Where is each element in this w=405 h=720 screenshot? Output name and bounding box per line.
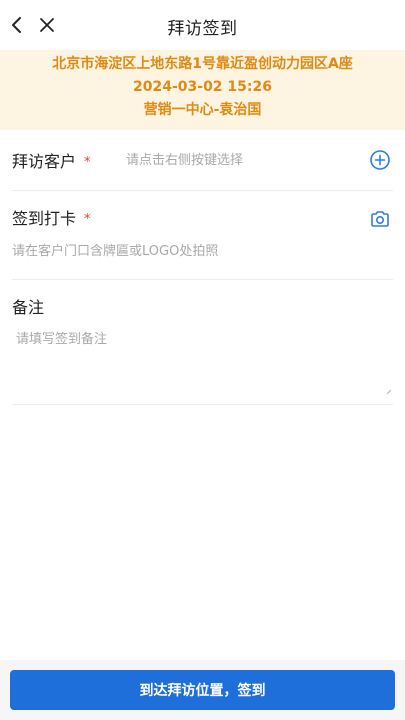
- customer-label: 拜访客户 *: [12, 148, 91, 172]
- location-address: 北京市海淀区上地东路1号靠近盈创动力园区A座: [52, 56, 353, 72]
- checkin-label-text: 签到打卡: [12, 209, 77, 228]
- department-user: 营销一中心-袁治国: [143, 102, 262, 118]
- add-circle-icon: [370, 150, 390, 170]
- checkin-hint: 请在客户门口含牌匾或LOGO处拍照: [12, 244, 219, 259]
- customer-field-row[interactable]: 拜访客户 * 请点击右侧按键选择: [12, 130, 393, 191]
- required-mark: *: [84, 212, 91, 227]
- add-customer-button[interactable]: [369, 149, 393, 173]
- checkin-submit-button[interactable]: 到达拜访位置，签到: [10, 670, 395, 710]
- remark-input[interactable]: [12, 324, 393, 390]
- checkin-field-row: 签到打卡 * 请在客户门口含牌匾或LOGO处拍照: [12, 191, 393, 280]
- checkin-label: 签到打卡 *: [12, 205, 91, 229]
- take-photo-button[interactable]: [369, 208, 393, 232]
- remark-label: 备注: [12, 298, 45, 317]
- remark-field-row: 备注: [12, 280, 393, 405]
- location-banner: 北京市海淀区上地东路1号靠近盈创动力园区A座 2024-03-02 15:26 …: [0, 50, 405, 130]
- customer-placeholder: 请点击右侧按键选择: [126, 153, 244, 168]
- required-mark: *: [84, 155, 91, 170]
- navigation-bar: 拜访签到: [0, 0, 405, 50]
- page-title: 拜访签到: [167, 19, 238, 39]
- camera-icon: [371, 211, 389, 227]
- customer-label-text: 拜访客户: [12, 152, 77, 171]
- checkin-datetime: 2024-03-02 15:26: [133, 79, 272, 95]
- resize-handle-icon[interactable]: [387, 390, 391, 394]
